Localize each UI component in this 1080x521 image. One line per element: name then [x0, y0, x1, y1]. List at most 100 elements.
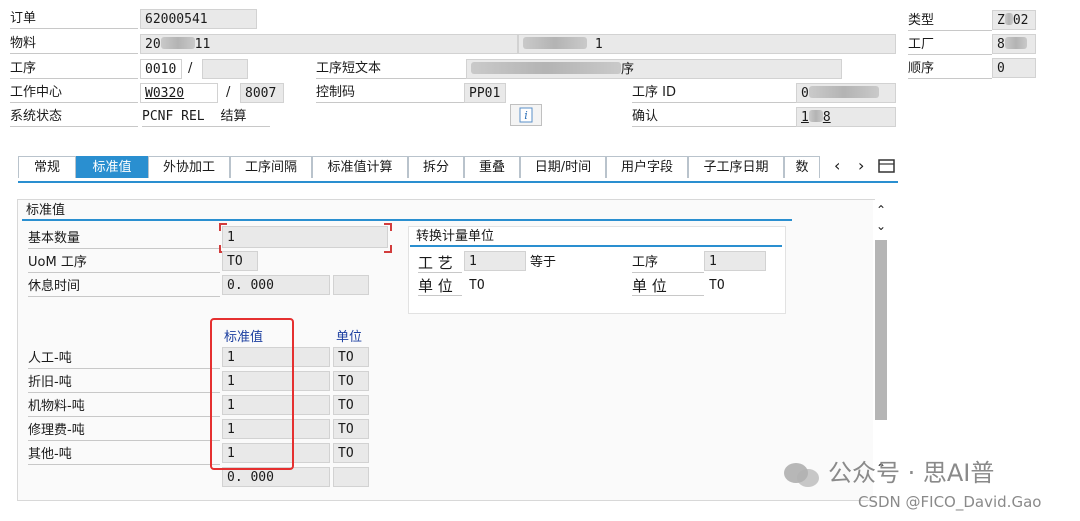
tab-scroll-right-button[interactable]: › — [858, 156, 872, 175]
conv-unit-label-2: 单 位 — [632, 277, 704, 296]
confirmation-value-start: 1 — [801, 110, 809, 125]
tab-interoperation-times[interactable]: 工序间隔 — [230, 156, 312, 178]
info-icon: i — [519, 107, 533, 123]
system-status-codes: PCNF REL — [142, 109, 205, 124]
conv-equals-label: 等于 — [530, 255, 557, 270]
tab-list-button[interactable] — [878, 158, 896, 174]
system-status-settlement: 结算 — [220, 109, 247, 124]
section-title: 标准值 — [26, 203, 66, 218]
tab-general[interactable]: 常规 — [18, 156, 76, 178]
plant-field[interactable]: 8 — [992, 34, 1036, 54]
uom-label: UoM 工序 — [28, 254, 220, 273]
material-field[interactable]: 20 11 — [140, 34, 518, 54]
op-id-value: 0 — [801, 86, 809, 101]
work-center-field[interactable]: W0320 — [140, 83, 218, 103]
tab-split[interactable]: 拆分 — [408, 156, 464, 178]
scroll-thumb[interactable] — [875, 240, 887, 420]
section-title-line — [22, 219, 792, 221]
activity-unit-repair[interactable]: TO — [333, 419, 369, 439]
activity-unit-materials[interactable]: TO — [333, 395, 369, 415]
tab-dates-times[interactable]: 日期/时间 — [520, 156, 606, 178]
system-status-value: PCNF REL 结算 — [142, 108, 270, 127]
break-time-label: 休息时间 — [28, 278, 220, 297]
conv-op-label: 工序 — [632, 254, 704, 273]
required-corner-tl — [219, 223, 227, 231]
info-button[interactable]: i — [510, 104, 542, 126]
activity-unit-depreciation[interactable]: TO — [333, 371, 369, 391]
tab-scroll-left-button[interactable]: ‹ — [834, 156, 848, 175]
scroll-down-top-icon[interactable]: ⌄ — [875, 220, 887, 232]
confirmation-field[interactable]: 18 — [796, 107, 896, 127]
operation-separator: / — [188, 61, 193, 76]
op-short-text-field[interactable]: 序 — [466, 59, 842, 79]
activity-unit-other[interactable]: TO — [333, 443, 369, 463]
base-qty-field[interactable]: 1 — [222, 226, 388, 248]
type-field[interactable]: Z 02 — [992, 10, 1036, 30]
tab-more[interactable]: 数 — [784, 156, 820, 178]
material-value-start: 20 — [145, 37, 161, 52]
tab-standard-values[interactable]: 标准值 — [76, 156, 148, 178]
scroll-up-icon[interactable]: ⌃ — [875, 204, 887, 216]
work-center-plant-field[interactable]: 8007 — [240, 83, 284, 103]
order-field[interactable]: 62000541 — [140, 9, 257, 29]
work-center-separator: / — [226, 85, 231, 100]
required-corner-tr — [384, 223, 392, 231]
activity-label-materials: 机物料-吨 — [28, 398, 220, 417]
conv-op-field[interactable]: 1 — [704, 251, 766, 271]
plant-value: 8 — [997, 37, 1005, 52]
type-value-start: Z — [997, 13, 1005, 28]
activity-label-repair: 修理费-吨 — [28, 422, 220, 441]
sequence-field[interactable]: 0 — [992, 58, 1036, 78]
plant-label: 工厂 — [908, 36, 992, 55]
tab-suboperation-dates[interactable]: 子工序日期 — [688, 156, 784, 178]
conv-process-field[interactable]: 1 — [464, 251, 526, 271]
column-header-unit: 单位 — [336, 330, 363, 345]
vertical-scrollbar[interactable]: ⌃ ⌄ ⌃ — [873, 200, 889, 500]
conv-unit-field-2: TO — [709, 278, 725, 293]
operation-label: 工序 — [10, 60, 138, 79]
conv-unit-field: TO — [469, 278, 485, 293]
confirmation-value-end: 8 — [822, 110, 831, 125]
system-status-label: 系统状态 — [10, 108, 138, 127]
uom-field[interactable]: TO — [222, 251, 258, 271]
tab-external-processing[interactable]: 外协加工 — [148, 156, 230, 178]
conv-process-label: 工 艺 — [418, 254, 462, 273]
watermark-line1: 公众号 · 思AI普 — [828, 459, 995, 487]
order-label: 订单 — [10, 10, 138, 29]
control-key-field[interactable]: PP01 — [464, 83, 506, 103]
material-value-end: 11 — [194, 37, 211, 52]
operation-field[interactable]: 0010 — [140, 59, 182, 79]
svg-text:i: i — [524, 109, 528, 122]
tab-user-fields[interactable]: 用户字段 — [606, 156, 688, 178]
activity-label-depreciation: 折旧-吨 — [28, 374, 220, 393]
tab-overlap[interactable]: 重叠 — [464, 156, 520, 178]
conv-unit-label: 单 位 — [418, 277, 462, 296]
material-label: 物料 — [10, 35, 138, 54]
sequence-label: 顺序 — [908, 60, 992, 79]
material-desc-end: 1 — [594, 37, 603, 52]
break-time-unit-field[interactable] — [333, 275, 369, 295]
op-id-field[interactable]: 0 — [796, 83, 896, 103]
conversion-title-line — [410, 245, 782, 247]
suboperation-field[interactable] — [202, 59, 248, 79]
conversion-title: 转换计量单位 — [416, 229, 495, 244]
tab-underline — [18, 181, 898, 183]
activity-label-other: 其他-吨 — [28, 446, 220, 465]
type-value-end: 02 — [1012, 13, 1029, 28]
work-center-label: 工作中心 — [10, 84, 138, 103]
confirmation-label: 确认 — [632, 108, 796, 127]
watermark-line2: CSDN @FICO_David.Gao — [858, 493, 1042, 511]
activity-unit-extra[interactable] — [333, 467, 369, 487]
material-desc-field[interactable]: 1 — [518, 34, 896, 54]
activity-unit-labor[interactable]: TO — [333, 347, 369, 367]
tab-std-value-calc[interactable]: 标准值计算 — [312, 156, 408, 178]
wechat-logo — [782, 460, 822, 490]
menu-icon — [878, 159, 895, 173]
type-label: 类型 — [908, 12, 992, 31]
tab-strip: 常规 标准值 外协加工 工序间隔 标准值计算 拆分 重叠 日期/时间 用户字段 … — [18, 156, 898, 180]
control-key-label: 控制码 — [316, 84, 464, 103]
base-qty-label: 基本数量 — [28, 230, 220, 249]
break-time-field[interactable]: 0. 000 — [222, 275, 330, 295]
activity-value-extra[interactable]: 0. 000 — [222, 467, 330, 487]
required-corner-br — [384, 245, 392, 253]
